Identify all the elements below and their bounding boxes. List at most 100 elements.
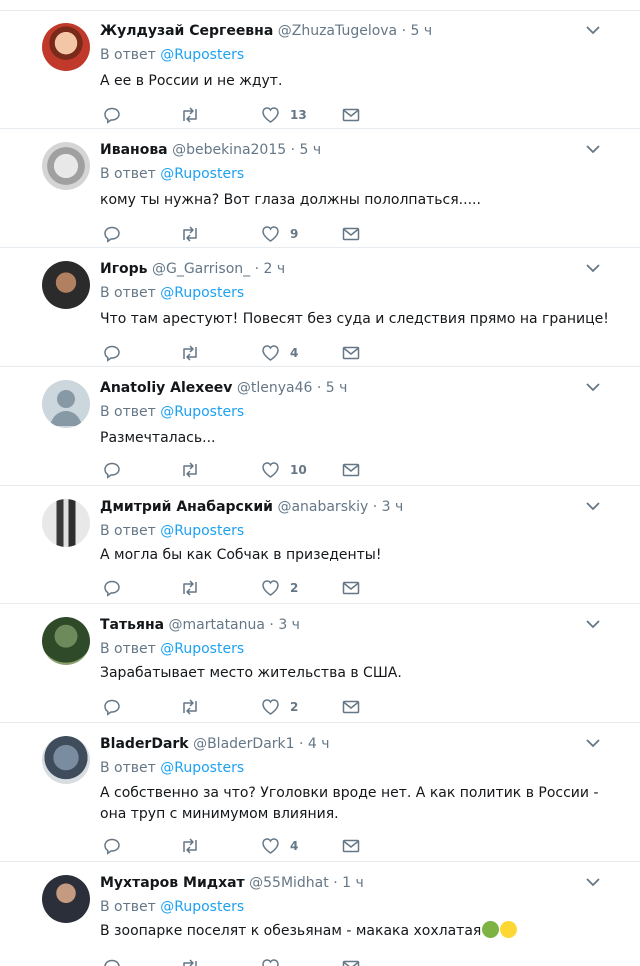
chevron-down-icon[interactable] <box>586 382 600 392</box>
reply-button[interactable] <box>103 460 121 480</box>
tweet-time[interactable]: 3 ч <box>278 617 300 633</box>
retweet-button[interactable] <box>179 105 201 125</box>
message-button[interactable] <box>342 578 360 598</box>
reply-button[interactable] <box>103 105 121 125</box>
avatar[interactable] <box>42 617 90 665</box>
retweet-button[interactable] <box>179 957 201 966</box>
like-button[interactable]: 4 <box>261 343 298 363</box>
user-handle[interactable]: @BladerDark1 <box>193 736 294 752</box>
chevron-down-icon[interactable] <box>586 619 600 629</box>
reply-button[interactable] <box>103 578 121 598</box>
like-button[interactable]: 2 <box>261 697 298 717</box>
reply-button[interactable] <box>103 957 121 966</box>
mention-link[interactable]: @Ruposters <box>160 47 244 63</box>
retweet-icon <box>183 462 197 478</box>
mention-link[interactable]: @Ruposters <box>160 523 244 539</box>
tweet-time[interactable]: 3 ч <box>382 499 404 515</box>
tweet[interactable]: Игорь @G_Garrison_ · 2 ч В ответ @Rupost… <box>0 249 640 367</box>
reply-icon <box>104 107 120 124</box>
user-handle[interactable]: @G_Garrison_ <box>152 261 250 277</box>
chevron-down-icon[interactable] <box>586 25 600 35</box>
message-button[interactable] <box>342 697 360 717</box>
avatar[interactable] <box>42 261 90 309</box>
user-handle[interactable]: @martatanua <box>169 617 265 633</box>
reply-button[interactable] <box>103 697 121 717</box>
chevron-down-icon[interactable] <box>586 877 600 887</box>
like-button[interactable]: 4 <box>261 836 298 856</box>
retweet-icon <box>183 345 197 361</box>
user-handle[interactable]: @tlenya46 <box>237 380 313 396</box>
user-handle[interactable]: @bebekina2015 <box>172 142 286 158</box>
chevron-down-icon[interactable] <box>586 144 600 154</box>
tweet-actions: 4 <box>100 836 400 856</box>
avatar[interactable] <box>42 380 90 428</box>
user-handle[interactable]: @ZhuzaTugelova <box>278 23 397 39</box>
like-button[interactable] <box>261 957 280 966</box>
message-button[interactable] <box>342 957 360 966</box>
tweet-divider <box>0 722 640 723</box>
chevron-down-icon[interactable] <box>586 738 600 748</box>
retweet-button[interactable] <box>179 836 201 856</box>
tweet[interactable]: Мухтаров Мидхат @55Midhat · 1 ч В ответ … <box>0 863 640 966</box>
user-name[interactable]: Иванова <box>100 142 168 158</box>
user-name[interactable]: Игорь <box>100 261 148 277</box>
retweet-icon <box>183 699 197 715</box>
reply-icon <box>104 462 120 479</box>
tweet-text: А собственно за что? Уголовки вроде нет.… <box>100 785 599 822</box>
avatar[interactable] <box>42 736 90 784</box>
user-name[interactable]: BladerDark <box>100 736 189 752</box>
chevron-down-icon[interactable] <box>586 501 600 511</box>
reply-button[interactable] <box>103 836 121 856</box>
retweet-button[interactable] <box>179 460 201 480</box>
message-button[interactable] <box>342 836 360 856</box>
retweet-button[interactable] <box>179 224 201 244</box>
tweet[interactable]: Дмитрий Анабарский @anabarskiy · 3 ч В о… <box>0 487 640 604</box>
mention-link[interactable]: @Ruposters <box>160 285 244 301</box>
like-button[interactable]: 2 <box>261 578 298 598</box>
message-button[interactable] <box>342 224 360 244</box>
avatar[interactable] <box>42 875 90 923</box>
user-name[interactable]: Дмитрий Анабарский <box>100 499 273 515</box>
retweet-button[interactable] <box>179 343 201 363</box>
tweet-time[interactable]: 5 ч <box>326 380 348 396</box>
user-name[interactable]: Татьяна <box>100 617 164 633</box>
tweet-time[interactable]: 1 ч <box>342 875 364 891</box>
avatar[interactable] <box>42 23 90 71</box>
reply-context: В ответ @Ruposters <box>100 760 244 776</box>
like-button[interactable]: 13 <box>261 105 307 125</box>
message-button[interactable] <box>342 460 360 480</box>
avatar[interactable] <box>42 142 90 190</box>
tweet-text-body: В зоопарке поселят к обезьянам - макака … <box>100 923 482 939</box>
mention-link[interactable]: @Ruposters <box>160 166 244 182</box>
reply-button[interactable] <box>103 224 121 244</box>
tweet[interactable]: Татьяна @martatanua · 3 ч В ответ @Rupos… <box>0 605 640 723</box>
reply-icon <box>104 580 120 597</box>
mention-link[interactable]: @Ruposters <box>160 404 244 420</box>
user-name[interactable]: Мухтаров Мидхат <box>100 875 245 891</box>
message-button[interactable] <box>342 343 360 363</box>
tweet-time[interactable]: 5 ч <box>300 142 322 158</box>
retweet-button[interactable] <box>179 578 201 598</box>
user-name[interactable]: Жулдузай Сергеевна <box>100 23 273 39</box>
user-handle[interactable]: @55Midhat <box>249 875 329 891</box>
tweet-time[interactable]: 5 ч <box>411 23 433 39</box>
reply-button[interactable] <box>103 343 121 363</box>
mention-link[interactable]: @Ruposters <box>160 641 244 657</box>
tweet-time[interactable]: 4 ч <box>308 736 330 752</box>
like-button[interactable]: 9 <box>261 224 298 244</box>
retweet-button[interactable] <box>179 697 201 717</box>
tweet[interactable]: Anatoliy Alexeev @tlenya46 · 5 ч В ответ… <box>0 368 640 486</box>
tweet[interactable]: Жулдузай Сергеевна @ZhuzaTugelova · 5 ч … <box>0 11 640 129</box>
user-name[interactable]: Anatoliy Alexeev <box>100 380 232 396</box>
tweet[interactable]: Иванова @bebekina2015 · 5 ч В ответ @Rup… <box>0 130 640 248</box>
mention-link[interactable]: @Ruposters <box>160 899 244 915</box>
tweet[interactable]: BladerDark @BladerDark1 · 4 ч В ответ @R… <box>0 724 640 862</box>
reply-context: В ответ @Ruposters <box>100 641 244 657</box>
message-button[interactable] <box>342 105 360 125</box>
avatar[interactable] <box>42 499 90 547</box>
chevron-down-icon[interactable] <box>586 263 600 273</box>
like-button[interactable]: 10 <box>261 460 307 480</box>
user-handle[interactable]: @anabarskiy <box>277 499 368 515</box>
tweet-time[interactable]: 2 ч <box>264 261 286 277</box>
mention-link[interactable]: @Ruposters <box>160 760 244 776</box>
